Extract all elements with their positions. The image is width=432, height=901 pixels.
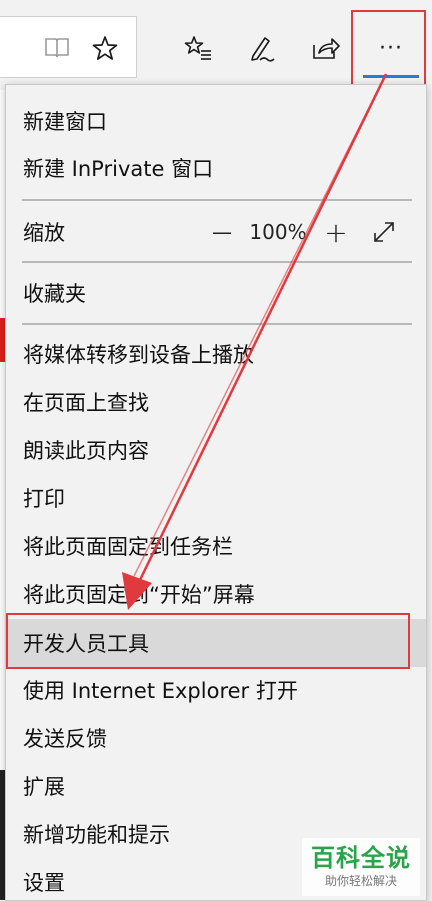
- hub-icon[interactable]: [182, 32, 214, 64]
- menu-item-favorites-bar[interactable]: 收藏夹: [6, 270, 426, 316]
- menu-item-new-inprivate[interactable]: 新建 InPrivate 窗口: [6, 145, 426, 191]
- share-icon[interactable]: [310, 32, 342, 64]
- menu-item-pin-start[interactable]: 将此页固定到“开始”屏幕: [6, 571, 426, 617]
- watermark-title: 百科全说: [311, 844, 411, 872]
- menu-separator: [22, 199, 412, 201]
- menu-separator: [22, 323, 412, 325]
- zoom-in-button[interactable]: +: [318, 209, 354, 255]
- menu-item-label: 发送反馈: [23, 727, 107, 751]
- reading-view-icon[interactable]: [42, 33, 72, 63]
- menu-item-label: 将此页固定到“开始”屏幕: [23, 583, 255, 607]
- menu-item-label: 朗读此页内容: [23, 439, 149, 463]
- menu-item-label: 扩展: [23, 775, 65, 799]
- menu-item-label: 在页面上查找: [23, 391, 149, 415]
- zoom-out-button[interactable]: —: [204, 209, 240, 255]
- menu-item-label: 新建 InPrivate 窗口: [23, 157, 214, 181]
- watermark-logo: 百科全说 助你轻松解决: [302, 838, 420, 896]
- menu-item-new-window[interactable]: 新建窗口: [6, 98, 426, 144]
- menu-item-label: 新建窗口: [23, 110, 107, 134]
- address-bar[interactable]: [0, 16, 137, 78]
- zoom-label: 缩放: [23, 221, 65, 245]
- menu-item-cast-media[interactable]: 将媒体转移到设备上播放: [6, 331, 426, 377]
- zoom-value: 100%: [249, 220, 307, 244]
- menu-item-print[interactable]: 打印: [6, 475, 426, 521]
- menu-item-open-ie[interactable]: 使用 Internet Explorer 打开: [6, 667, 426, 713]
- browser-toolbar: ···: [0, 0, 432, 98]
- menu-item-label: 新增功能和提示: [23, 823, 170, 847]
- more-actions-menu: 新建窗口 新建 InPrivate 窗口 缩放 — 100% + 收藏夹 将媒体…: [5, 84, 427, 901]
- menu-item-extensions[interactable]: 扩展: [6, 763, 426, 809]
- favorite-star-icon[interactable]: [90, 33, 120, 63]
- menu-item-read-aloud[interactable]: 朗读此页内容: [6, 427, 426, 473]
- dev-tools-annotation: [6, 613, 410, 669]
- menu-item-label: 设置: [23, 871, 65, 895]
- menu-item-zoom: 缩放 — 100% +: [6, 209, 426, 255]
- menu-item-label: 将媒体转移到设备上播放: [23, 343, 254, 367]
- web-note-icon[interactable]: [245, 32, 277, 64]
- menu-item-label: 使用 Internet Explorer 打开: [23, 679, 298, 703]
- menu-item-label: 将此页面固定到任务栏: [23, 535, 233, 559]
- watermark-subtitle: 助你轻松解决: [324, 874, 397, 888]
- menu-separator: [22, 261, 412, 263]
- menu-item-label: 收藏夹: [23, 282, 86, 306]
- fullscreen-icon[interactable]: [366, 209, 402, 255]
- menu-item-pin-taskbar[interactable]: 将此页面固定到任务栏: [6, 523, 426, 569]
- menu-item-find-on-page[interactable]: 在页面上查找: [6, 379, 426, 425]
- menu-item-send-feedback[interactable]: 发送反馈: [6, 715, 426, 761]
- menu-item-label: 打印: [23, 487, 65, 511]
